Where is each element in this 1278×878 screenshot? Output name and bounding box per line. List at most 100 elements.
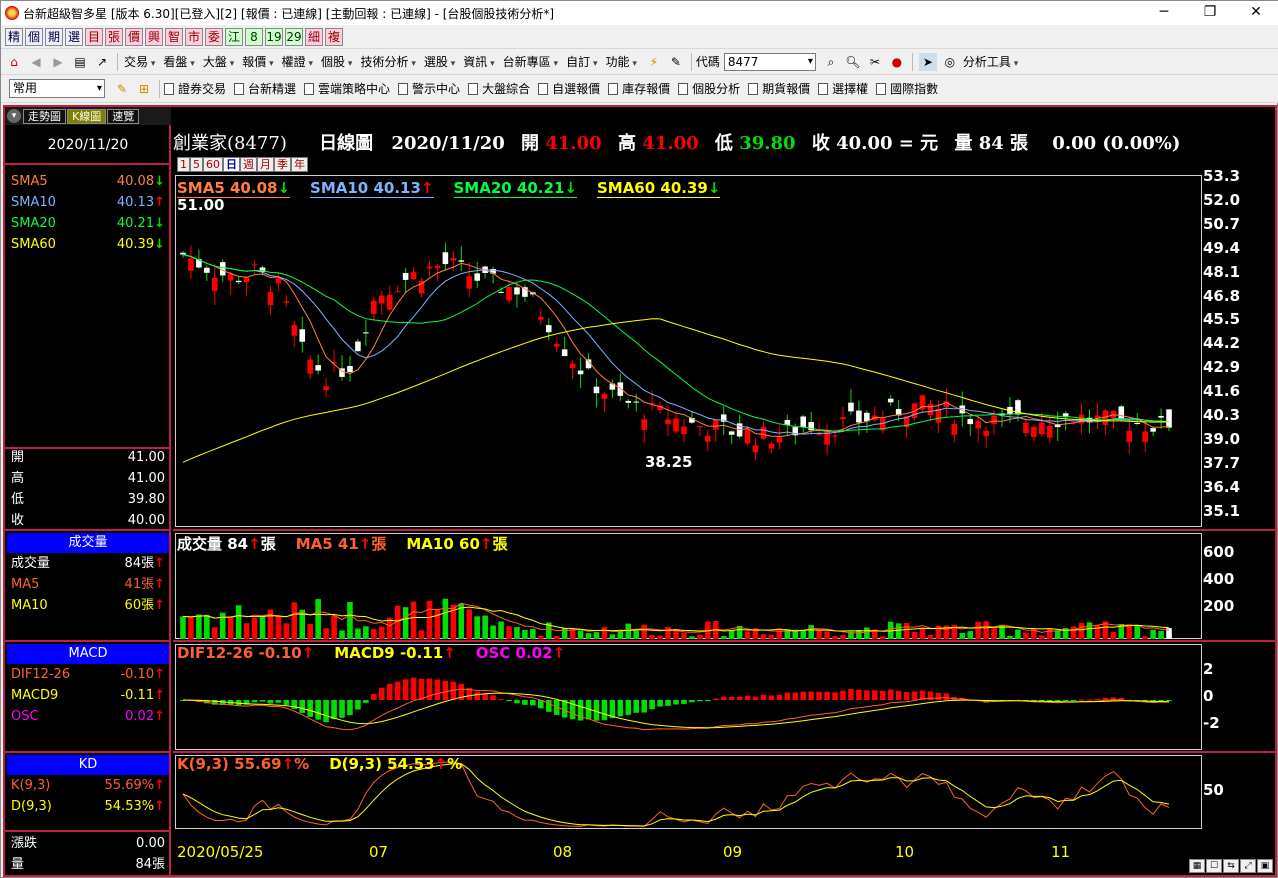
- info-sidebar: 2020/11/20 SMA5 40.08↓ SMA10 40.13↑ SMA20 40.…: [5, 125, 171, 875]
- macd-value: -0.10: [120, 667, 155, 682]
- quick-button-1[interactable]: 個: [25, 27, 43, 46]
- tab-menu-icon[interactable]: ▾: [7, 109, 21, 123]
- quick-button-13[interactable]: 19: [265, 27, 283, 46]
- edit-icon[interactable]: ✎: [113, 80, 131, 98]
- candle-body: [840, 417, 846, 420]
- osc-bar: [339, 700, 345, 718]
- legend_price-legend-text: SMA10 40.13: [310, 179, 421, 197]
- tab-k-chart[interactable]: K線圖: [67, 108, 107, 124]
- quick-button-3[interactable]: 選: [65, 27, 83, 46]
- quick-link-label: 大盤綜合: [482, 82, 531, 96]
- status-icon[interactable]: ⤢: [1240, 859, 1256, 873]
- quick-button-2[interactable]: 期: [45, 27, 63, 46]
- quick-button-5[interactable]: 張: [105, 27, 123, 46]
- quick-link-1[interactable]: 台新精選: [234, 80, 296, 97]
- quick-button-4[interactable]: 目: [85, 27, 103, 46]
- menu-7[interactable]: 選股: [424, 53, 455, 70]
- menu-9[interactable]: 台新專區: [503, 53, 558, 70]
- quick-button-8[interactable]: 智: [165, 27, 183, 46]
- popout-icon[interactable]: ↗: [93, 53, 111, 71]
- quick-button-16[interactable]: 複: [325, 27, 343, 46]
- quick-link-3[interactable]: 警示中心: [398, 80, 460, 97]
- forward-icon[interactable]: ▶: [49, 53, 67, 71]
- back-icon[interactable]: ◀: [27, 53, 45, 71]
- arrow-down-icon: ↓: [154, 237, 165, 252]
- menu-4[interactable]: 權證: [282, 53, 313, 70]
- zoom-icon[interactable]: 🔍︎: [844, 53, 862, 71]
- quick-link-6[interactable]: 庫存報價: [608, 80, 670, 97]
- quick-button-14[interactable]: 29: [285, 27, 303, 46]
- price-axis-tick: 50.7: [1203, 214, 1241, 233]
- menu-1[interactable]: 看盤: [163, 53, 194, 70]
- add-icon[interactable]: ⊞: [135, 80, 153, 98]
- sidebar-date: 2020/11/20: [47, 137, 129, 153]
- volume-bar: [378, 626, 385, 639]
- volume-bar: [927, 634, 934, 639]
- candle-body: [474, 273, 480, 281]
- menu-8[interactable]: 資訊: [463, 53, 494, 70]
- quick-link-10[interactable]: 國際指數: [876, 80, 938, 97]
- search-icon[interactable]: ⌕: [822, 53, 840, 71]
- status-icon[interactable]: ▣: [1257, 859, 1273, 873]
- status-icon[interactable]: ☐: [1206, 859, 1222, 873]
- tab-overview[interactable]: 速覽: [107, 108, 140, 124]
- quick-button-11[interactable]: 江: [225, 27, 243, 46]
- tools-icon[interactable]: ✂: [866, 53, 884, 71]
- quick-button-6[interactable]: 價: [125, 27, 143, 46]
- volume-bar: [760, 634, 767, 639]
- kd-axis-tick: 50: [1203, 781, 1224, 799]
- quick-link-8[interactable]: 期貨報價: [748, 80, 810, 97]
- home-icon[interactable]: ⌂: [5, 53, 23, 71]
- restore-button[interactable]: ❐: [1187, 1, 1233, 25]
- quick-link-5[interactable]: 自選報價: [538, 80, 600, 97]
- print-icon[interactable]: ▤: [71, 53, 89, 71]
- candle-body: [410, 272, 417, 279]
- candle-body: [243, 277, 250, 283]
- osc-bar: [323, 700, 329, 723]
- quick-button-15[interactable]: 細: [305, 27, 323, 46]
- arrow-up-icon: ↑: [281, 755, 295, 773]
- quick-link-9[interactable]: 選擇權: [818, 80, 868, 97]
- favorites-select[interactable]: 常用: [9, 79, 105, 98]
- quick-link-2[interactable]: 雲端策略中心: [304, 80, 390, 97]
- legend_kd-legend-text: D(9,3) 54.53: [329, 755, 435, 773]
- sma-value: 40.13: [116, 195, 155, 210]
- analysis-icon[interactable]: ◎: [941, 53, 959, 71]
- quick-button-10[interactable]: 委: [205, 27, 223, 46]
- quick-button-12[interactable]: 8: [245, 27, 263, 46]
- quick-button-7[interactable]: 興: [145, 27, 163, 46]
- quick-link-0[interactable]: 證券交易: [164, 80, 226, 97]
- volume-legend: 成交量 84↑張 MA5 41↑張 MA10 60↑張: [177, 533, 527, 554]
- osc-bar: [267, 700, 274, 704]
- menu-5[interactable]: 個股: [321, 53, 352, 70]
- candle-body: [577, 370, 584, 375]
- note-icon[interactable]: ✎: [667, 53, 685, 71]
- status-icon[interactable]: ▦: [1189, 859, 1205, 873]
- quick-button-0[interactable]: 精: [5, 27, 23, 46]
- tab-tick-chart[interactable]: 走勢圖: [23, 108, 66, 124]
- quick-button-9[interactable]: 市: [185, 27, 203, 46]
- quick-link-4[interactable]: 大盤綜合: [468, 80, 530, 97]
- menu-2[interactable]: 大盤: [203, 53, 234, 70]
- osc-bar: [545, 700, 552, 712]
- osc-bar: [895, 690, 902, 700]
- code-input[interactable]: 8477: [723, 52, 816, 71]
- candle-body: [204, 267, 210, 273]
- menu-11[interactable]: 功能: [605, 53, 636, 70]
- menu-6[interactable]: 技術分析: [360, 53, 415, 70]
- sma-row: SMA5 40.08↓: [7, 171, 169, 192]
- analysis-tools-menu[interactable]: 分析工具: [963, 53, 1018, 70]
- volume-bar: [665, 626, 671, 639]
- flash-icon[interactable]: ⚡: [645, 53, 663, 71]
- pointer-icon[interactable]: ➤: [918, 52, 937, 71]
- menu-3[interactable]: 報價: [242, 53, 273, 70]
- status-icon[interactable]: ⇆: [1223, 859, 1239, 873]
- menu-0[interactable]: 交易: [124, 53, 155, 70]
- price-axis-tick: 49.4: [1203, 238, 1241, 257]
- candle-body: [776, 437, 783, 443]
- quick-link-7[interactable]: 個股分析: [678, 80, 740, 97]
- minimize-button[interactable]: ─: [1141, 1, 1187, 25]
- alert-icon[interactable]: ●: [888, 53, 906, 71]
- close-button[interactable]: ✕: [1233, 1, 1278, 25]
- menu-10[interactable]: 自訂: [566, 53, 597, 70]
